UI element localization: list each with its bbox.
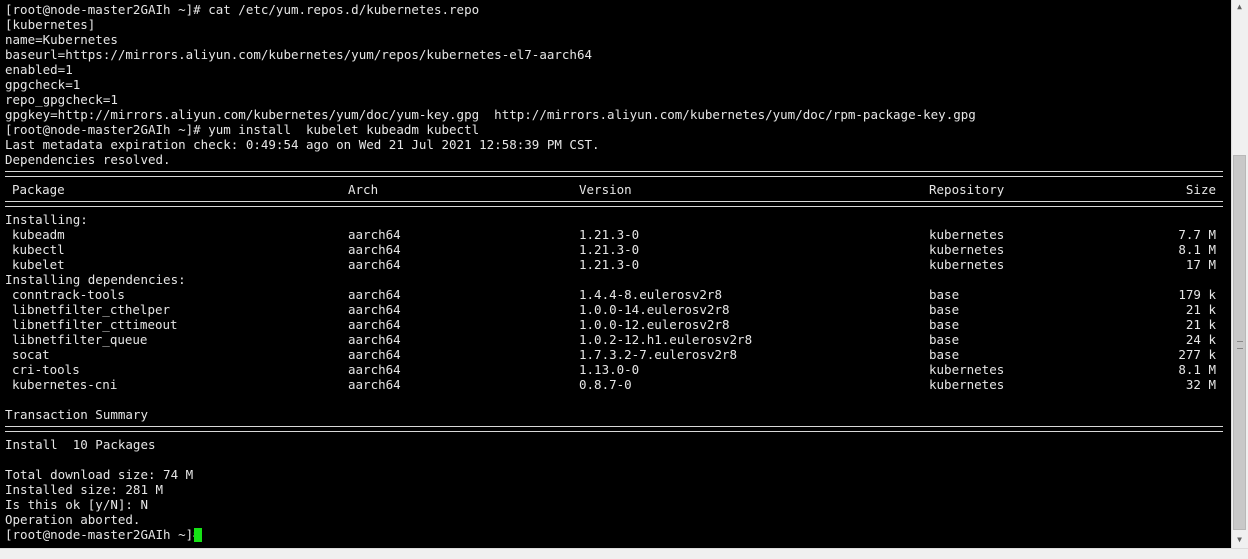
grip-icon (1237, 341, 1243, 349)
installing-label: Installing: (5, 212, 88, 227)
package-arch: aarch64 (348, 302, 401, 317)
package-repo: base (929, 302, 960, 317)
package-repo: kubernetes (929, 377, 1005, 392)
separator-double (5, 171, 1223, 177)
repo-line: repo_gpgcheck=1 (5, 92, 118, 107)
table-header: Package Arch Version Repository Size (0, 182, 1231, 197)
repo-line: gpgkey=http://mirrors.aliyun.com/kuberne… (5, 107, 976, 122)
package-size: 179 k (1178, 287, 1216, 302)
package-name: kubeadm (12, 227, 65, 242)
header-repository: Repository (929, 182, 1005, 197)
package-arch: aarch64 (348, 347, 401, 362)
header-arch: Arch (348, 182, 379, 197)
package-size: 8.1 M (1178, 242, 1216, 257)
package-version: 1.13.0-0 (579, 362, 640, 377)
command-line-cat: [root@node-master2GAIh ~]# cat /etc/yum.… (5, 2, 480, 17)
package-repo: kubernetes (929, 227, 1005, 242)
metadata-line: Last metadata expiration check: 0:49:54 … (5, 137, 600, 152)
transaction-summary-label: Transaction Summary (5, 407, 148, 422)
table-row: libnetfilter_cttimeout aarch64 1.0.0-12.… (0, 317, 1231, 332)
package-version: 1.21.3-0 (579, 227, 640, 242)
repo-line: enabled=1 (5, 62, 73, 77)
package-version: 0.8.7-0 (579, 377, 632, 392)
package-size: 8.1 M (1178, 362, 1216, 377)
package-arch: aarch64 (348, 377, 401, 392)
repo-line: name=Kubernetes (5, 32, 118, 47)
package-size: 32 M (1185, 377, 1216, 392)
package-name: socat (12, 347, 50, 362)
package-arch: aarch64 (348, 317, 401, 332)
table-row: libnetfilter_queue aarch64 1.0.2-12.h1.e… (0, 332, 1231, 347)
separator-double (5, 201, 1223, 207)
package-name: libnetfilter_cttimeout (12, 317, 178, 332)
package-repo: base (929, 347, 960, 362)
triangle-down-icon[interactable]: ▼ (1233, 533, 1246, 547)
confirm-prompt-line: Is this ok [y/N]: N (5, 497, 148, 512)
package-arch: aarch64 (348, 287, 401, 302)
repo-line: baseurl=https://mirrors.aliyun.com/kuber… (5, 47, 592, 62)
package-version: 1.0.2-12.h1.eulerosv2r8 (579, 332, 753, 347)
package-size: 21 k (1185, 302, 1216, 317)
package-repo: base (929, 317, 960, 332)
package-size: 7.7 M (1178, 227, 1216, 242)
separator-double (5, 426, 1223, 432)
installed-size-line: Installed size: 281 M (5, 482, 164, 497)
package-name: libnetfilter_cthelper (12, 302, 171, 317)
total-download-line: Total download size: 74 M (5, 467, 194, 482)
terminal-output[interactable]: [root@node-master2GAIh ~]# cat /etc/yum.… (0, 0, 1231, 548)
package-arch: aarch64 (348, 227, 401, 242)
triangle-up-icon[interactable]: ▲ (1233, 0, 1246, 14)
aborted-line: Operation aborted. (5, 512, 141, 527)
package-arch: aarch64 (348, 332, 401, 347)
table-row: libnetfilter_cthelper aarch64 1.0.0-14.e… (0, 302, 1231, 317)
final-prompt: [root@node-master2GAIh ~]# (5, 527, 209, 542)
package-name: kubelet (12, 257, 65, 272)
package-arch: aarch64 (348, 362, 401, 377)
package-size: 17 M (1185, 257, 1216, 272)
package-version: 1.4.4-8.eulerosv2r8 (579, 287, 722, 302)
deps-resolved-line: Dependencies resolved. (5, 152, 171, 167)
install-count-line: Install 10 Packages (5, 437, 156, 452)
table-row: kubernetes-cni aarch64 0.8.7-0 kubernete… (0, 377, 1231, 392)
table-row: cri-tools aarch64 1.13.0-0 kubernetes 8.… (0, 362, 1231, 377)
package-name: libnetfilter_queue (12, 332, 148, 347)
package-repo: kubernetes (929, 257, 1005, 272)
package-repo: kubernetes (929, 362, 1005, 377)
package-repo: base (929, 287, 960, 302)
package-size: 24 k (1185, 332, 1216, 347)
package-name: cri-tools (12, 362, 80, 377)
table-row: socat aarch64 1.7.3.2-7.eulerosv2r8 base… (0, 347, 1231, 362)
header-size: Size (1185, 182, 1216, 197)
package-size: 277 k (1178, 347, 1216, 362)
package-version: 1.0.0-14.eulerosv2r8 (579, 302, 730, 317)
table-row: kubelet aarch64 1.21.3-0 kubernetes 17 M (0, 257, 1231, 272)
package-name: kubernetes-cni (12, 377, 118, 392)
deps-label: Installing dependencies: (5, 272, 186, 287)
package-repo: base (929, 332, 960, 347)
table-row: conntrack-tools aarch64 1.4.4-8.eulerosv… (0, 287, 1231, 302)
package-version: 1.21.3-0 (579, 242, 640, 257)
package-repo: kubernetes (929, 242, 1005, 257)
header-package: Package (12, 182, 65, 197)
repo-line: [kubernetes] (5, 17, 96, 32)
command-line-yum: [root@node-master2GAIh ~]# yum install k… (5, 122, 480, 137)
package-version: 1.21.3-0 (579, 257, 640, 272)
header-version: Version (579, 182, 632, 197)
package-name: conntrack-tools (12, 287, 125, 302)
table-row: kubectl aarch64 1.21.3-0 kubernetes 8.1 … (0, 242, 1231, 257)
table-row: kubeadm aarch64 1.21.3-0 kubernetes 7.7 … (0, 227, 1231, 242)
package-size: 21 k (1185, 317, 1216, 332)
package-arch: aarch64 (348, 257, 401, 272)
package-version: 1.7.3.2-7.eulerosv2r8 (579, 347, 738, 362)
terminal-cursor (194, 528, 202, 542)
package-arch: aarch64 (348, 242, 401, 257)
window-bottom-edge (0, 548, 1248, 559)
repo-line: gpgcheck=1 (5, 77, 81, 92)
package-version: 1.0.0-12.eulerosv2r8 (579, 317, 730, 332)
package-name: kubectl (12, 242, 65, 257)
